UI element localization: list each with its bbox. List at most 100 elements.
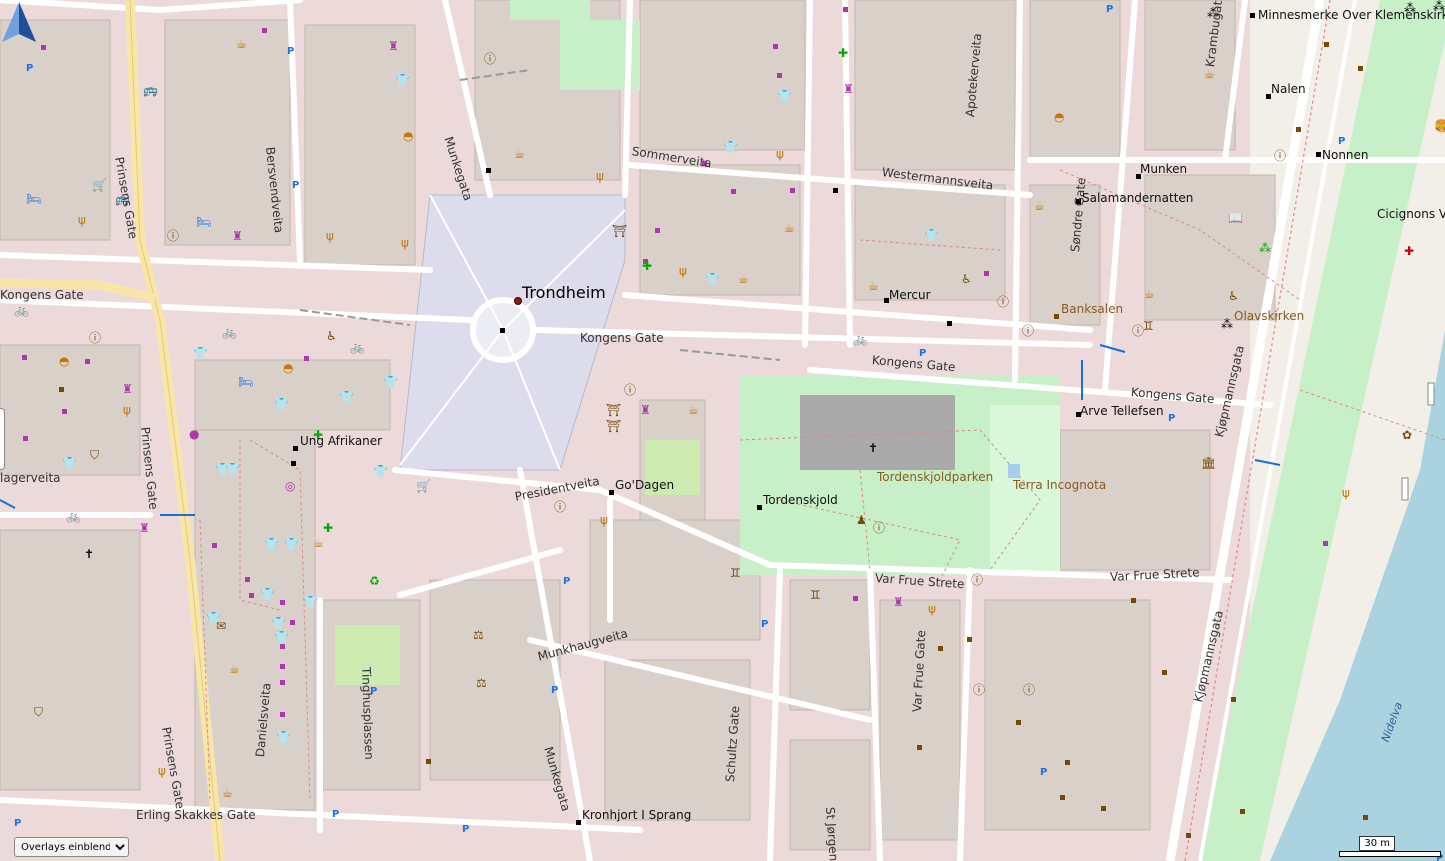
cafe-icon[interactable]: ☕ xyxy=(1034,200,1045,212)
bank-icon[interactable]: ⛉ xyxy=(34,706,43,718)
bicycle-icon[interactable]: 🚲 xyxy=(66,510,81,522)
poi-marker[interactable] xyxy=(500,328,505,333)
parking-icon[interactable]: P xyxy=(462,824,469,835)
clothes-icon[interactable]: 👕 xyxy=(303,596,318,608)
picnic-table-icon[interactable]: ⛩ xyxy=(606,404,621,416)
restaurant-icon[interactable]: ψ xyxy=(928,603,936,615)
poi-marker[interactable] xyxy=(757,505,762,510)
overlay-select[interactable]: Overlays einblenden xyxy=(14,837,129,857)
info-icon[interactable]: ⓘ xyxy=(971,574,983,586)
bicycle-shop-icon[interactable]: ♜ xyxy=(893,596,904,608)
poi-marker[interactable] xyxy=(1250,13,1255,18)
gift-icon[interactable]: ◎ xyxy=(285,480,295,492)
clothes-icon[interactable]: 👕 xyxy=(383,376,398,388)
poi-marker[interactable] xyxy=(293,446,298,451)
bicycle-shop-icon[interactable]: ♜ xyxy=(388,40,399,52)
parking-icon[interactable]: P xyxy=(1106,4,1113,15)
restaurant-icon[interactable]: ψ xyxy=(1342,487,1350,499)
clothes-icon[interactable]: 👕 xyxy=(225,463,240,475)
restaurant-icon[interactable]: ψ xyxy=(78,214,86,226)
parking-icon[interactable]: P xyxy=(1338,136,1345,147)
clothes-icon[interactable]: 👕 xyxy=(193,347,208,359)
memorial-icon[interactable]: ♟ xyxy=(856,514,867,526)
shopping-cart-icon[interactable]: 🛒 xyxy=(92,179,107,191)
parking-icon[interactable]: P xyxy=(1168,413,1175,424)
picnic-table-icon[interactable]: ⛩ xyxy=(606,420,621,432)
restaurant-icon[interactable]: ψ xyxy=(401,237,409,249)
poi-label[interactable]: Nalen xyxy=(1271,82,1306,96)
cafe-icon[interactable]: ☕ xyxy=(868,280,879,292)
poi-label[interactable]: Salamandernatten xyxy=(1082,191,1193,205)
info-icon[interactable]: ⓘ xyxy=(484,53,496,65)
city-pin[interactable] xyxy=(514,297,522,305)
info-icon[interactable]: ⓘ xyxy=(973,684,985,696)
picnic-table-icon[interactable]: ⛩ xyxy=(612,225,627,237)
church-icon[interactable]: ✝ xyxy=(84,548,94,560)
toilets-icon[interactable]: ♿ xyxy=(961,273,972,285)
theatre-icon[interactable]: ♊ xyxy=(730,567,741,579)
restaurant-icon[interactable]: ψ xyxy=(326,230,334,242)
parking-icon[interactable]: P xyxy=(26,63,33,74)
shopping-cart-icon[interactable]: 🛒 xyxy=(416,480,431,492)
north-arrow-icon[interactable] xyxy=(0,0,38,44)
parking-icon[interactable]: P xyxy=(563,576,570,587)
clothes-icon[interactable]: 👕 xyxy=(339,391,354,403)
attraction-icon[interactable]: ✿ xyxy=(1402,429,1412,441)
poi-label[interactable]: Terra Incognota xyxy=(1013,478,1106,492)
restaurant-icon[interactable]: ψ xyxy=(679,265,687,277)
bicycle-shop-icon[interactable]: ♜ xyxy=(232,230,243,242)
recycling-icon[interactable]: ♻ xyxy=(369,575,380,587)
clothes-icon[interactable]: 👕 xyxy=(395,74,410,86)
clothes-icon[interactable]: 👕 xyxy=(274,398,289,410)
clothes-icon[interactable]: 👕 xyxy=(62,457,77,469)
poi-marker[interactable] xyxy=(947,321,952,326)
clothes-icon[interactable]: 👕 xyxy=(705,273,720,285)
clothes-icon[interactable]: 👕 xyxy=(777,90,792,102)
hotel-icon[interactable]: 🛏 xyxy=(26,193,41,205)
info-icon[interactable]: ⓘ xyxy=(997,296,1009,308)
courthouse-icon[interactable]: ⚖ xyxy=(473,629,484,641)
bicycle-icon[interactable]: 🚲 xyxy=(853,333,868,345)
clothes-icon[interactable]: 👕 xyxy=(924,229,939,241)
library-icon[interactable]: 📖 xyxy=(1228,212,1243,224)
toilets-icon[interactable]: ♿ xyxy=(326,330,337,342)
cafe-icon[interactable]: ☕ xyxy=(236,38,247,50)
poi-marker[interactable] xyxy=(486,168,491,173)
pharmacy-icon[interactable]: ✚ xyxy=(323,522,333,534)
courthouse-icon[interactable]: ⚖ xyxy=(476,677,487,689)
cafe-icon[interactable]: ☕ xyxy=(514,148,525,160)
bicycle-icon[interactable]: 🚲 xyxy=(14,304,29,316)
shop-circle-icon[interactable]: ● xyxy=(189,428,199,440)
clothes-icon[interactable]: 👕 xyxy=(271,617,286,629)
clothes-icon[interactable]: 👕 xyxy=(264,538,279,550)
info-icon[interactable]: ⓘ xyxy=(554,501,566,513)
info-icon[interactable]: ⓘ xyxy=(1023,684,1035,696)
bakery-icon[interactable]: ◓ xyxy=(1054,111,1064,123)
theatre-icon[interactable]: ♊ xyxy=(810,589,821,601)
poi-label[interactable]: Cicignons V xyxy=(1377,207,1445,221)
clothes-icon[interactable]: 👕 xyxy=(260,588,275,600)
parking-icon[interactable]: P xyxy=(14,818,21,829)
post-office-icon[interactable]: ✉ xyxy=(216,620,226,632)
theatre-icon[interactable]: ♊ xyxy=(1143,320,1154,332)
cafe-icon[interactable]: ☕ xyxy=(1144,288,1155,300)
info-icon[interactable]: ⓘ xyxy=(873,522,885,534)
poi-marker[interactable] xyxy=(291,461,296,466)
restaurant-icon[interactable]: ψ xyxy=(596,170,604,182)
map-canvas[interactable]: ✝ ✝ ⓘ ⓘ ⓘ ⓘ ⓘ ⓘ ⓘ ⓘ ⓘ ⓘ ⓘ ⓘ ⓘ ✚ ✚ ✚ ✚ ✚ … xyxy=(0,0,1445,861)
parking-icon[interactable]: P xyxy=(292,180,299,191)
poi-marker[interactable] xyxy=(609,490,614,495)
cafe-icon[interactable]: ☕ xyxy=(313,537,324,549)
parking-icon[interactable]: P xyxy=(761,619,768,630)
poi-marker[interactable] xyxy=(1316,152,1321,157)
museum-icon[interactable]: 🏛 xyxy=(1201,457,1216,469)
playground-icon[interactable]: ⁂ xyxy=(1259,242,1271,254)
hotel-icon[interactable]: 🛏 xyxy=(238,376,253,388)
fast-food-icon[interactable]: 🍔 xyxy=(1434,120,1445,132)
poi-label[interactable]: Banksalen xyxy=(1061,302,1123,316)
cafe-icon[interactable]: ☕ xyxy=(688,404,699,416)
clothes-icon[interactable]: 👕 xyxy=(276,731,291,743)
cafe-icon[interactable]: ☕ xyxy=(229,663,240,675)
hospital-icon[interactable]: ✚ xyxy=(1404,245,1414,257)
bank-icon[interactable]: ⛉ xyxy=(90,449,99,461)
